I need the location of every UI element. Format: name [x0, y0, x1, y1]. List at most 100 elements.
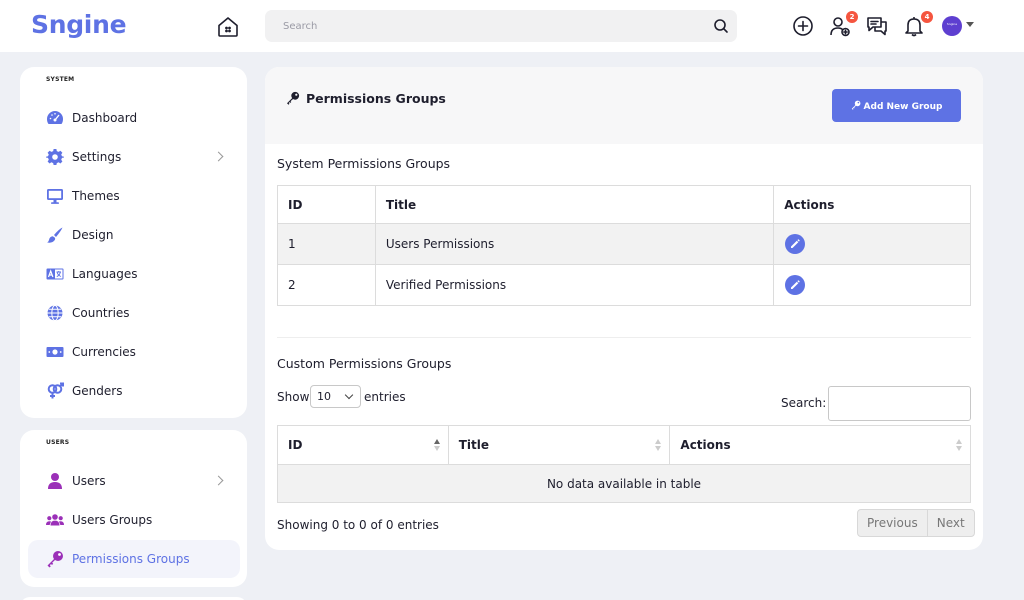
sidebar-item-languages[interactable]: Languages — [28, 255, 240, 293]
sort-icon — [433, 439, 440, 451]
sidebar-item-label: Themes — [72, 189, 120, 203]
column-header-title: Title — [374, 185, 775, 224]
column-header-id[interactable]: ID — [277, 425, 449, 465]
column-header-actions[interactable]: Actions — [669, 425, 971, 465]
messages-icon[interactable] — [866, 15, 888, 37]
sort-icon — [956, 439, 962, 451]
key-icon — [851, 100, 860, 110]
chevron-right-icon — [213, 475, 224, 486]
sidebar-item-label: Users Groups — [72, 513, 153, 527]
dashboard-icon — [47, 111, 63, 124]
sidebar-item-label: Genders — [72, 384, 123, 398]
sort-icon — [655, 439, 662, 451]
column-header-actions: Actions — [773, 185, 971, 224]
previous-page-button[interactable]: Previous — [858, 510, 927, 536]
brush-icon — [47, 227, 63, 243]
next-page-button[interactable]: Next — [926, 510, 974, 536]
system-groups-title: System Permissions Groups — [277, 156, 451, 171]
chevron-down-icon[interactable] — [966, 22, 974, 27]
sidebar-section-title: SYSTEM — [46, 76, 75, 83]
sidebar-item-label: Languages — [72, 267, 138, 281]
sidebar-item-permissions-groups[interactable]: Permissions Groups — [28, 540, 240, 578]
entries-per-page-select[interactable]: 10 — [310, 385, 361, 408]
sidebar-item-currencies[interactable]: Currencies — [28, 333, 240, 371]
top-header: Sngine 2 — [0, 0, 1024, 52]
cell-id: 1 — [277, 223, 376, 265]
globe-icon — [47, 305, 63, 321]
column-header-id: ID — [277, 185, 376, 224]
add-new-group-button[interactable]: Add New Group — [832, 89, 961, 122]
users-group-icon — [46, 514, 64, 526]
sidebar-item-settings[interactable]: Settings — [28, 138, 240, 176]
sidebar-section-title: USERS — [46, 439, 70, 446]
key-icon — [287, 91, 300, 105]
custom-groups-title: Custom Permissions Groups — [277, 356, 452, 371]
show-label: Show — [277, 390, 310, 404]
entries-select-value: 10 — [317, 390, 331, 403]
sidebar-item-label: Currencies — [72, 345, 136, 359]
cell-title: Verified Permissions — [374, 264, 775, 306]
notifications-badge: 4 — [921, 11, 933, 23]
cell-title: Users Permissions — [374, 223, 775, 265]
sidebar-item-design[interactable]: Design — [28, 216, 240, 254]
table-row: No data available in table — [277, 464, 971, 503]
search-input[interactable] — [265, 10, 705, 42]
gender-icon — [47, 382, 64, 399]
add-new-group-label: Add New Group — [863, 101, 943, 112]
page-title: Permissions Groups — [306, 91, 446, 106]
sidebar-item-label: Permissions Groups — [72, 552, 190, 566]
key-icon — [47, 551, 63, 568]
add-create-icon[interactable] — [792, 15, 814, 37]
sidebar-item-label: Design — [72, 228, 114, 242]
section-divider — [277, 337, 971, 338]
system-groups-table: ID Title Actions 1 Users Permissions 2 V… — [277, 185, 971, 306]
sidebar-users-card: USERS Users Users Groups Permissions Gro… — [20, 430, 247, 587]
sidebar-item-label: Dashboard — [72, 111, 138, 125]
monitor-icon — [47, 189, 63, 204]
empty-table-message: No data available in table — [277, 464, 971, 503]
sidebar-item-users[interactable]: Users — [28, 462, 240, 500]
user-avatar[interactable]: Sngine — [942, 16, 962, 36]
sidebar-system-card: SYSTEM Dashboard Settings Themes Design … — [20, 67, 247, 418]
pagination: Previous Next — [857, 509, 975, 537]
home-icon[interactable] — [216, 15, 240, 39]
language-icon — [46, 268, 64, 280]
search-icon[interactable] — [713, 18, 729, 34]
sidebar-item-genders[interactable]: Genders — [28, 372, 240, 410]
sidebar-item-users-groups[interactable]: Users Groups — [28, 501, 240, 539]
site-logo[interactable]: Sngine — [31, 10, 127, 39]
money-icon — [46, 347, 64, 357]
cell-id: 2 — [277, 264, 376, 306]
column-header-label: ID — [288, 438, 303, 452]
table-row: 1 Users Permissions — [277, 223, 971, 265]
global-search — [265, 10, 737, 42]
gear-icon — [46, 149, 64, 165]
chevron-down-icon — [344, 390, 354, 400]
table-search-label: Search: — [781, 396, 827, 410]
chevron-right-icon — [213, 151, 224, 162]
table-header-row: ID Title Actions — [277, 425, 971, 465]
edit-pencil-icon[interactable] — [785, 275, 806, 295]
custom-groups-table: ID Title Actions No data available in ta… — [277, 425, 971, 503]
table-row: 2 Verified Permissions — [277, 264, 971, 306]
sidebar-item-themes[interactable]: Themes — [28, 177, 240, 215]
table-header-row: ID Title Actions — [277, 185, 971, 224]
panel-header: Permissions Groups Add New Group — [265, 67, 983, 144]
sidebar-item-label: Countries — [72, 306, 130, 320]
friend-requests-badge: 2 — [846, 11, 858, 23]
sidebar-item-countries[interactable]: Countries — [28, 294, 240, 332]
table-info: Showing 0 to 0 of 0 entries — [277, 518, 439, 532]
column-header-title[interactable]: Title — [447, 425, 671, 465]
column-header-label: Actions — [680, 438, 731, 452]
table-search-input[interactable] — [828, 386, 971, 421]
sidebar-item-dashboard[interactable]: Dashboard — [28, 99, 240, 137]
sidebar-item-label: Users — [72, 474, 106, 488]
cell-actions — [773, 264, 971, 306]
sidebar-item-label: Settings — [72, 150, 122, 164]
entries-label: entries — [364, 390, 406, 404]
user-icon — [48, 473, 62, 489]
main-panel: Permissions Groups Add New Group System … — [265, 67, 983, 550]
cell-actions — [773, 223, 971, 265]
column-header-label: Title — [458, 438, 490, 452]
edit-pencil-icon[interactable] — [785, 234, 806, 254]
